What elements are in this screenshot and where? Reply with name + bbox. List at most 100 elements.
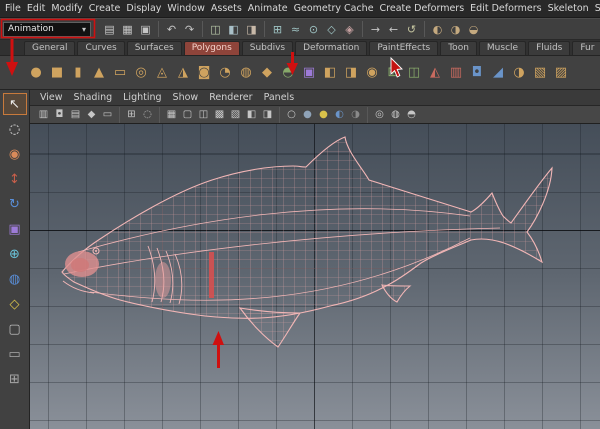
- shelf-tab-curves[interactable]: Curves: [77, 41, 125, 55]
- ipr-render-icon[interactable]: ◑: [447, 21, 464, 38]
- shadows-display-icon[interactable]: ◑: [348, 107, 363, 122]
- shelf-tab-general[interactable]: General: [24, 41, 76, 55]
- panel-menu-lighting[interactable]: Lighting: [123, 92, 161, 103]
- poly-prism-icon[interactable]: ◬: [152, 61, 172, 85]
- select-component-icon[interactable]: ◨: [243, 21, 260, 38]
- smooth-mesh-icon[interactable]: ▣: [299, 61, 319, 85]
- input-connections-icon[interactable]: →: [367, 21, 384, 38]
- grease-pencil-icon[interactable]: ◌: [140, 107, 155, 122]
- split-polygon-icon[interactable]: ◭: [425, 61, 445, 85]
- poly-helix-icon[interactable]: ◔: [215, 61, 235, 85]
- poly-soccer-ball-icon[interactable]: ◍: [236, 61, 256, 85]
- insert-edge-loop-icon[interactable]: ▥: [446, 61, 466, 85]
- resolution-gate-icon[interactable]: ◫: [196, 107, 211, 122]
- render-settings-icon[interactable]: ◒: [465, 21, 482, 38]
- lasso-select-tool[interactable]: ◌: [3, 118, 27, 140]
- safe-action-icon[interactable]: ◧: [244, 107, 259, 122]
- layout-four-pane-button[interactable]: ⊞: [3, 368, 27, 390]
- viewport-canvas[interactable]: [30, 124, 600, 429]
- poly-cube-icon[interactable]: ■: [47, 61, 67, 85]
- xray-display-icon[interactable]: ◍: [388, 107, 403, 122]
- shaded-display-icon[interactable]: ●: [300, 107, 315, 122]
- scale-tool[interactable]: ▣: [3, 218, 27, 240]
- shark-wireframe-model[interactable]: [30, 124, 600, 429]
- separate-icon[interactable]: ◨: [341, 61, 361, 85]
- menuset-dropdown[interactable]: Animation ▾: [3, 21, 91, 37]
- render-current-frame-icon[interactable]: ◐: [429, 21, 446, 38]
- poly-torus-icon[interactable]: ◎: [131, 61, 151, 85]
- snap-to-plane-icon[interactable]: ◇: [323, 21, 340, 38]
- bookmark-icon[interactable]: ◆: [84, 107, 99, 122]
- film-gate-icon[interactable]: ▢: [180, 107, 195, 122]
- safe-title-icon[interactable]: ◨: [260, 107, 275, 122]
- soft-modification-tool[interactable]: ◍: [3, 268, 27, 290]
- sculpt-geometry-icon[interactable]: ◓: [278, 61, 298, 85]
- wireframe-display-icon[interactable]: ○: [284, 107, 299, 122]
- poly-pyramid-icon[interactable]: ◮: [173, 61, 193, 85]
- crease-tool-icon[interactable]: ▨: [551, 61, 571, 85]
- exposure-icon[interactable]: ◓: [404, 107, 419, 122]
- menu-edit[interactable]: Edit: [27, 3, 45, 14]
- menu-animate[interactable]: Animate: [248, 3, 288, 14]
- menu-modify[interactable]: Modify: [51, 3, 82, 14]
- merge-vertices-icon[interactable]: ◘: [467, 61, 487, 85]
- camera-attributes-icon[interactable]: ▤: [68, 107, 83, 122]
- select-hierarchy-icon[interactable]: ◫: [207, 21, 224, 38]
- menu-display[interactable]: Display: [126, 3, 161, 14]
- combine-icon[interactable]: ◧: [320, 61, 340, 85]
- snap-to-point-icon[interactable]: ⊙: [305, 21, 322, 38]
- bevel-icon[interactable]: ◢: [488, 61, 508, 85]
- select-object-icon[interactable]: ◧: [225, 21, 242, 38]
- snap-to-grid-icon[interactable]: ⊞: [269, 21, 286, 38]
- scene-save-icon[interactable]: ▣: [137, 21, 154, 38]
- rotate-tool[interactable]: ↻: [3, 193, 27, 215]
- menu-skeleton[interactable]: Skeleton: [548, 3, 589, 14]
- panel-menu-view[interactable]: View: [40, 92, 63, 103]
- poly-plane-icon[interactable]: ▭: [110, 61, 130, 85]
- field-chart-icon[interactable]: ▧: [228, 107, 243, 122]
- menu-file[interactable]: File: [5, 3, 21, 14]
- shelf-tab-toon[interactable]: Toon: [440, 41, 477, 55]
- move-tool[interactable]: ↕: [3, 168, 27, 190]
- shelf-tab-fluids[interactable]: Fluids: [528, 41, 571, 55]
- shelf-tab-polygons[interactable]: Polygons: [183, 41, 240, 55]
- menu-skin[interactable]: Skin: [595, 3, 600, 14]
- shelf-tab-deformation[interactable]: Deformation: [295, 41, 368, 55]
- lighting-display-icon[interactable]: ◐: [332, 107, 347, 122]
- construction-history-icon[interactable]: ↺: [403, 21, 420, 38]
- paint-select-tool[interactable]: ◉: [3, 143, 27, 165]
- bridge-icon[interactable]: ◫: [404, 61, 424, 85]
- lock-camera-icon[interactable]: ◘: [52, 107, 67, 122]
- select-tool[interactable]: ↖: [2, 93, 27, 115]
- textured-display-icon[interactable]: ●: [316, 107, 331, 122]
- poly-sphere-icon[interactable]: ●: [26, 61, 46, 85]
- menu-create-deformers[interactable]: Create Deformers: [380, 3, 465, 14]
- snap-to-curve-icon[interactable]: ≈: [287, 21, 304, 38]
- undo-icon[interactable]: ↶: [163, 21, 180, 38]
- panel-menu-renderer[interactable]: Renderer: [209, 92, 252, 103]
- shelf-tab-surfaces[interactable]: Surfaces: [126, 41, 182, 55]
- shelf-tab-fur[interactable]: Fur: [572, 41, 600, 55]
- output-connections-icon[interactable]: ←: [385, 21, 402, 38]
- boolean-union-icon[interactable]: ◉: [362, 61, 382, 85]
- shelf-tab-painteffects[interactable]: PaintEffects: [369, 41, 439, 55]
- poly-pipe-icon[interactable]: ◙: [194, 61, 214, 85]
- select-camera-icon[interactable]: ▥: [36, 107, 51, 122]
- panel-menu-shading[interactable]: Shading: [74, 92, 113, 103]
- show-manipulator-tool[interactable]: ◇: [3, 293, 27, 315]
- redo-icon[interactable]: ↷: [181, 21, 198, 38]
- shelf-tab-muscle[interactable]: Muscle: [478, 41, 527, 55]
- extrude-icon[interactable]: ⊞: [383, 61, 403, 85]
- 2d-pan-zoom-icon[interactable]: ⊞: [124, 107, 139, 122]
- image-plane-icon[interactable]: ▭: [100, 107, 115, 122]
- scene-open-icon[interactable]: ▦: [119, 21, 136, 38]
- grid-display-icon[interactable]: ▦: [164, 107, 179, 122]
- scene-new-icon[interactable]: ▤: [101, 21, 118, 38]
- panel-menu-panels[interactable]: Panels: [264, 92, 295, 103]
- last-tool[interactable]: ▢: [3, 318, 27, 340]
- universal-manipulator-tool[interactable]: ⊕: [3, 243, 27, 265]
- menu-create[interactable]: Create: [89, 3, 121, 14]
- menu-geometry-cache[interactable]: Geometry Cache: [294, 3, 374, 14]
- menu-window[interactable]: Window: [167, 3, 204, 14]
- layout-single-pane-button[interactable]: ▭: [3, 343, 27, 365]
